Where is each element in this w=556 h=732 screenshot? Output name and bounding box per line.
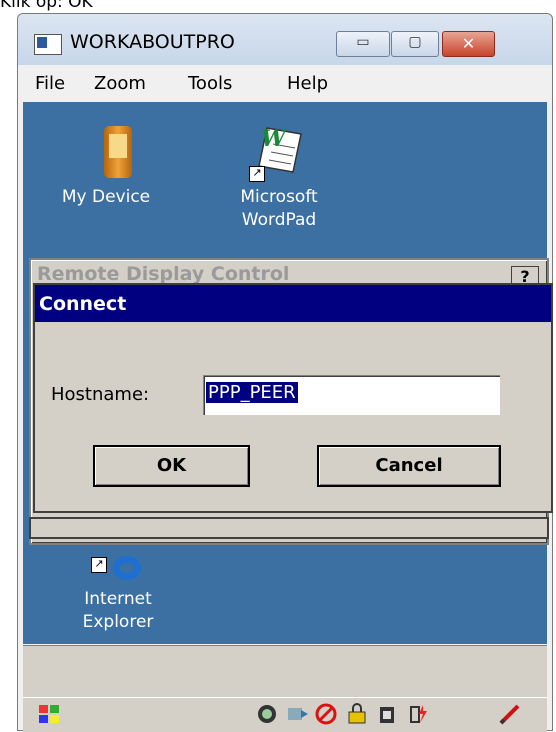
window-title: WORKABOUTPRO — [70, 31, 235, 53]
battery-icon[interactable] — [376, 702, 400, 726]
lock-icon[interactable] — [345, 702, 369, 726]
windows-flag-icon[interactable] — [37, 702, 61, 726]
status-area — [23, 645, 547, 698]
connection-blocked-icon[interactable] — [314, 702, 338, 726]
minimize-button[interactable]: ▭ — [336, 31, 390, 57]
rdc-dialog-title: Remote Display Control — [37, 263, 290, 285]
pen-icon[interactable] — [498, 702, 522, 726]
menu-help[interactable]: Help — [287, 73, 328, 94]
close-icon: ✕ — [461, 34, 476, 53]
ie-label-line2: Explorer — [82, 612, 154, 632]
ie-label: Internet Explorer — [63, 588, 173, 634]
internet-explorer-icon — [113, 556, 141, 580]
my-device-label: My Device — [61, 187, 151, 207]
pda-device-icon — [104, 126, 132, 178]
power-icon[interactable] — [406, 702, 430, 726]
wordpad-label-line2: WordPad — [241, 210, 317, 230]
connect-dialog: Connect Hostname: PPP_PEER OK Cancel — [33, 283, 553, 513]
hostname-input[interactable]: PPP_PEER — [203, 375, 500, 415]
connect-dialog-titlebar: Connect — [35, 285, 551, 322]
wordpad-label-line1: Microsoft — [240, 187, 318, 207]
minimize-icon: ▭ — [356, 34, 370, 50]
maximize-icon: ▢ — [408, 34, 422, 50]
ok-button[interactable]: OK — [93, 445, 250, 487]
instruction-caption: Klik op: OK — [0, 0, 93, 12]
svg-text:W: W — [261, 126, 288, 152]
menu-file[interactable]: File — [35, 73, 65, 94]
taskbar — [23, 697, 547, 732]
hostname-value: PPP_PEER — [206, 382, 298, 403]
hostname-label: Hostname: — [51, 384, 150, 405]
ie-label-line1: Internet — [84, 589, 152, 609]
network-globe-icon[interactable] — [255, 702, 279, 726]
menu-tools[interactable]: Tools — [188, 73, 232, 94]
app-window-icon — [34, 34, 62, 55]
window-titlebar[interactable]: WORKABOUTPRO ▭ ▢ ✕ — [18, 14, 552, 65]
connect-dialog-title: Connect — [39, 293, 127, 315]
sync-icon[interactable] — [285, 702, 309, 726]
close-button[interactable]: ✕ — [442, 31, 495, 57]
cancel-button[interactable]: Cancel — [317, 445, 501, 487]
shortcut-arrow-icon: ↗ — [249, 166, 265, 182]
menu-zoom[interactable]: Zoom — [94, 73, 146, 94]
menu-bar: File Zoom Tools Help — [23, 66, 547, 102]
wordpad-label: Microsoft WordPad — [219, 186, 339, 232]
rdc-bottom-strip — [29, 517, 549, 539]
ie-shortcut-arrow-icon: ↗ — [91, 557, 107, 573]
maximize-button[interactable]: ▢ — [391, 31, 439, 57]
